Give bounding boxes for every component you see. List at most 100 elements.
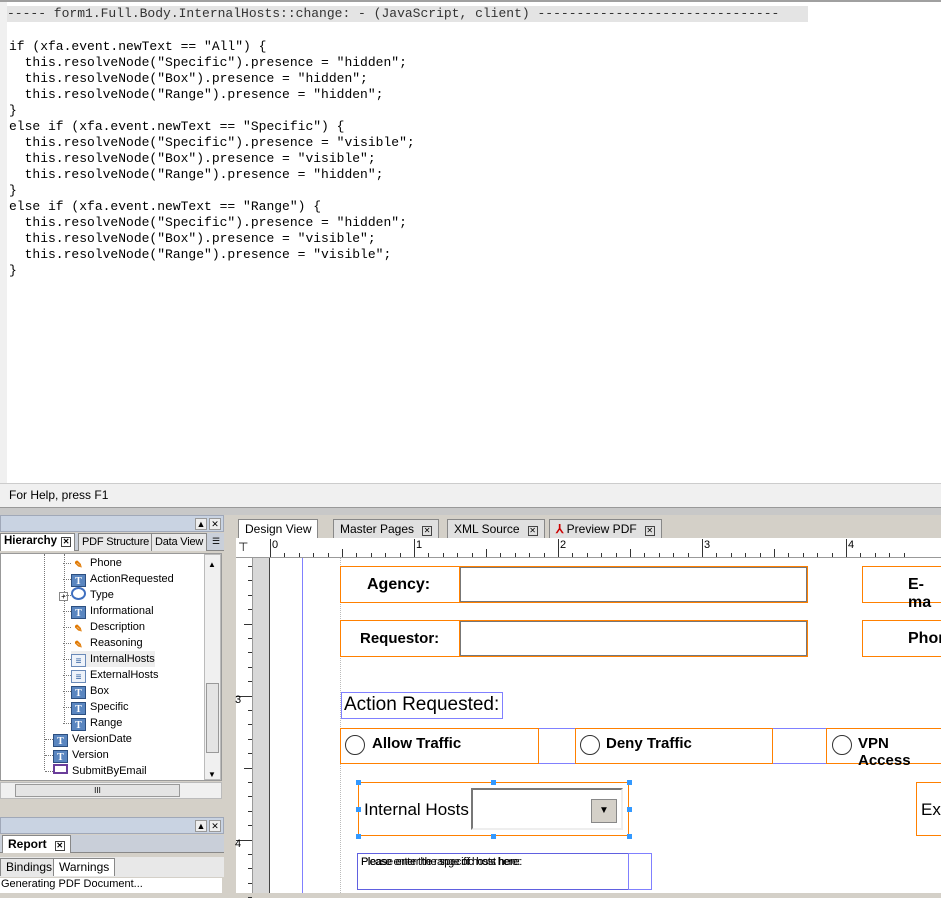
- radio-vpn-access[interactable]: [832, 735, 852, 755]
- vertical-scrollbar[interactable]: ▲ ▼: [204, 554, 221, 780]
- close-icon[interactable]: ✕: [209, 820, 221, 832]
- ruler-tick: [702, 539, 703, 557]
- selection-handle[interactable]: [356, 834, 361, 839]
- text-icon: T: [53, 750, 68, 763]
- panel-menu-icon[interactable]: ☰: [212, 536, 220, 547]
- close-tab-icon[interactable]: ✕: [527, 526, 538, 536]
- email-label: E-ma: [908, 576, 932, 611]
- collapse-icon[interactable]: ▲: [195, 820, 207, 832]
- ruler-tick: [414, 539, 415, 557]
- range-box[interactable]: [628, 853, 652, 890]
- script-header: ----- form1.Full.Body.InternalHosts::cha…: [7, 6, 808, 22]
- tree-item[interactable]: ✎ Reasoning: [63, 635, 143, 651]
- close-tab-icon[interactable]: ✕: [61, 537, 72, 547]
- horizontal-scrollbar[interactable]: III: [0, 782, 222, 799]
- ruler-label: 1: [416, 539, 423, 551]
- radio-deny-traffic[interactable]: [580, 735, 600, 755]
- margin-guide: [340, 558, 341, 893]
- scroll-thumb[interactable]: [206, 683, 219, 753]
- tab-preview-pdf[interactable]: ⅄ Preview PDF ✕: [549, 519, 662, 538]
- splitter[interactable]: [0, 507, 941, 515]
- ruler-tick: [248, 810, 252, 812]
- tree-item[interactable]: T Version: [45, 747, 109, 763]
- tree-connector: [45, 755, 53, 756]
- tree-connector: [63, 563, 71, 564]
- tree-item[interactable]: T Specific: [63, 699, 129, 715]
- tree-item[interactable]: Type: [63, 587, 114, 603]
- close-icon[interactable]: ✕: [209, 518, 221, 530]
- script-code[interactable]: if (xfa.event.newText == "All") { this.r…: [9, 39, 415, 279]
- ruler-tick: [327, 553, 329, 557]
- agency-input[interactable]: [459, 566, 808, 603]
- option-label: Allow Traffic: [372, 735, 462, 752]
- dropdown-arrow-icon[interactable]: ▼: [591, 799, 617, 823]
- page-margin: [253, 558, 270, 893]
- scroll-down-icon[interactable]: ▼: [208, 767, 216, 783]
- ruler-tick: [248, 738, 252, 740]
- tree-item-label: Description: [90, 621, 146, 633]
- close-tab-icon[interactable]: ✕: [54, 841, 65, 851]
- selection-handle[interactable]: [491, 780, 496, 785]
- ruler-tick: [284, 553, 286, 557]
- radio-group-icon: [71, 587, 86, 600]
- tree-item[interactable]: T Box: [63, 683, 109, 699]
- selection-handle[interactable]: [627, 780, 632, 785]
- ruler-tick: [774, 549, 775, 557]
- tab-hierarchy[interactable]: Hierarchy ✕: [0, 533, 76, 551]
- tab-design-view[interactable]: Design View: [238, 519, 319, 538]
- ruler-tick: [244, 623, 252, 625]
- scroll-thumb[interactable]: III: [15, 784, 180, 797]
- code-line: }: [9, 183, 17, 198]
- text-icon: T: [71, 686, 86, 699]
- scroll-up-icon[interactable]: ▲: [208, 557, 216, 573]
- ruler-tick: [817, 553, 819, 557]
- tree-item[interactable]: ✎ Phone: [63, 555, 122, 571]
- selection-handle[interactable]: [356, 780, 361, 785]
- code-line: this.resolveNode("Range").presence = "hi…: [9, 167, 384, 182]
- tree-item[interactable]: T VersionDate: [45, 731, 132, 747]
- collapse-icon[interactable]: ▲: [195, 518, 207, 530]
- tree-item[interactable]: ≡ ExternalHosts: [63, 667, 158, 683]
- tree-item[interactable]: SubmitByEmail: [45, 763, 147, 779]
- tree-connector: [45, 739, 53, 740]
- tab-xml-source[interactable]: XML Source ✕: [447, 519, 545, 538]
- action-requested-label[interactable]: Action Requested:: [341, 692, 503, 719]
- selection-handle[interactable]: [627, 807, 632, 812]
- design-page[interactable]: [270, 558, 941, 893]
- tree-connector: [63, 675, 71, 676]
- selection-handle[interactable]: [356, 807, 361, 812]
- left-dock: ▲ ✕ Hierarchy ✕ PDF Structure Data View ☰…: [0, 515, 231, 893]
- ruler-tick: [586, 553, 588, 557]
- selection-handle[interactable]: [491, 834, 496, 839]
- tree-item[interactable]: T Range: [63, 715, 122, 731]
- tree-item[interactable]: ✎ Description: [63, 619, 146, 635]
- code-line: this.resolveNode("Box").presence = "hidd…: [9, 71, 368, 86]
- expand-icon[interactable]: +: [59, 592, 68, 601]
- tab-report[interactable]: Report ✕: [2, 835, 71, 853]
- horizontal-ruler: ⊤ 0 1 2 3 4: [236, 538, 941, 558]
- script-editor[interactable]: ----- form1.Full.Body.InternalHosts::cha…: [0, 0, 941, 483]
- ruler-tick: [687, 553, 689, 557]
- ruler-tick: [248, 753, 252, 755]
- selection-handle[interactable]: [627, 834, 632, 839]
- ruler-tick: [248, 796, 252, 798]
- close-tab-icon[interactable]: ✕: [422, 526, 433, 536]
- tab-data-view[interactable]: Data View: [151, 533, 208, 551]
- tab-master-pages[interactable]: Master Pages ✕: [333, 519, 440, 538]
- tab-warnings[interactable]: Warnings: [53, 858, 116, 876]
- code-line: this.resolveNode("Box").presence = "visi…: [9, 231, 376, 246]
- tree-item[interactable]: T ActionRequested: [63, 571, 174, 587]
- tree-item[interactable]: ≡ InternalHosts: [63, 651, 155, 667]
- close-tab-icon[interactable]: ✕: [644, 526, 655, 536]
- internal-hosts-dropdown[interactable]: ▼: [471, 788, 623, 830]
- code-line: this.resolveNode("Box").presence = "visi…: [9, 151, 376, 166]
- tree-connector: [63, 579, 71, 580]
- ruler-tick: [889, 553, 891, 557]
- option-label: VPN Access: [858, 735, 911, 769]
- requestor-input[interactable]: [459, 620, 808, 657]
- ruler-tick: [248, 638, 252, 639]
- tree-item[interactable]: T Informational: [63, 603, 154, 619]
- tab-pdf-structure[interactable]: PDF Structure: [78, 533, 154, 551]
- radio-allow-traffic[interactable]: [345, 735, 365, 755]
- tab-bindings[interactable]: Bindings: [0, 858, 59, 876]
